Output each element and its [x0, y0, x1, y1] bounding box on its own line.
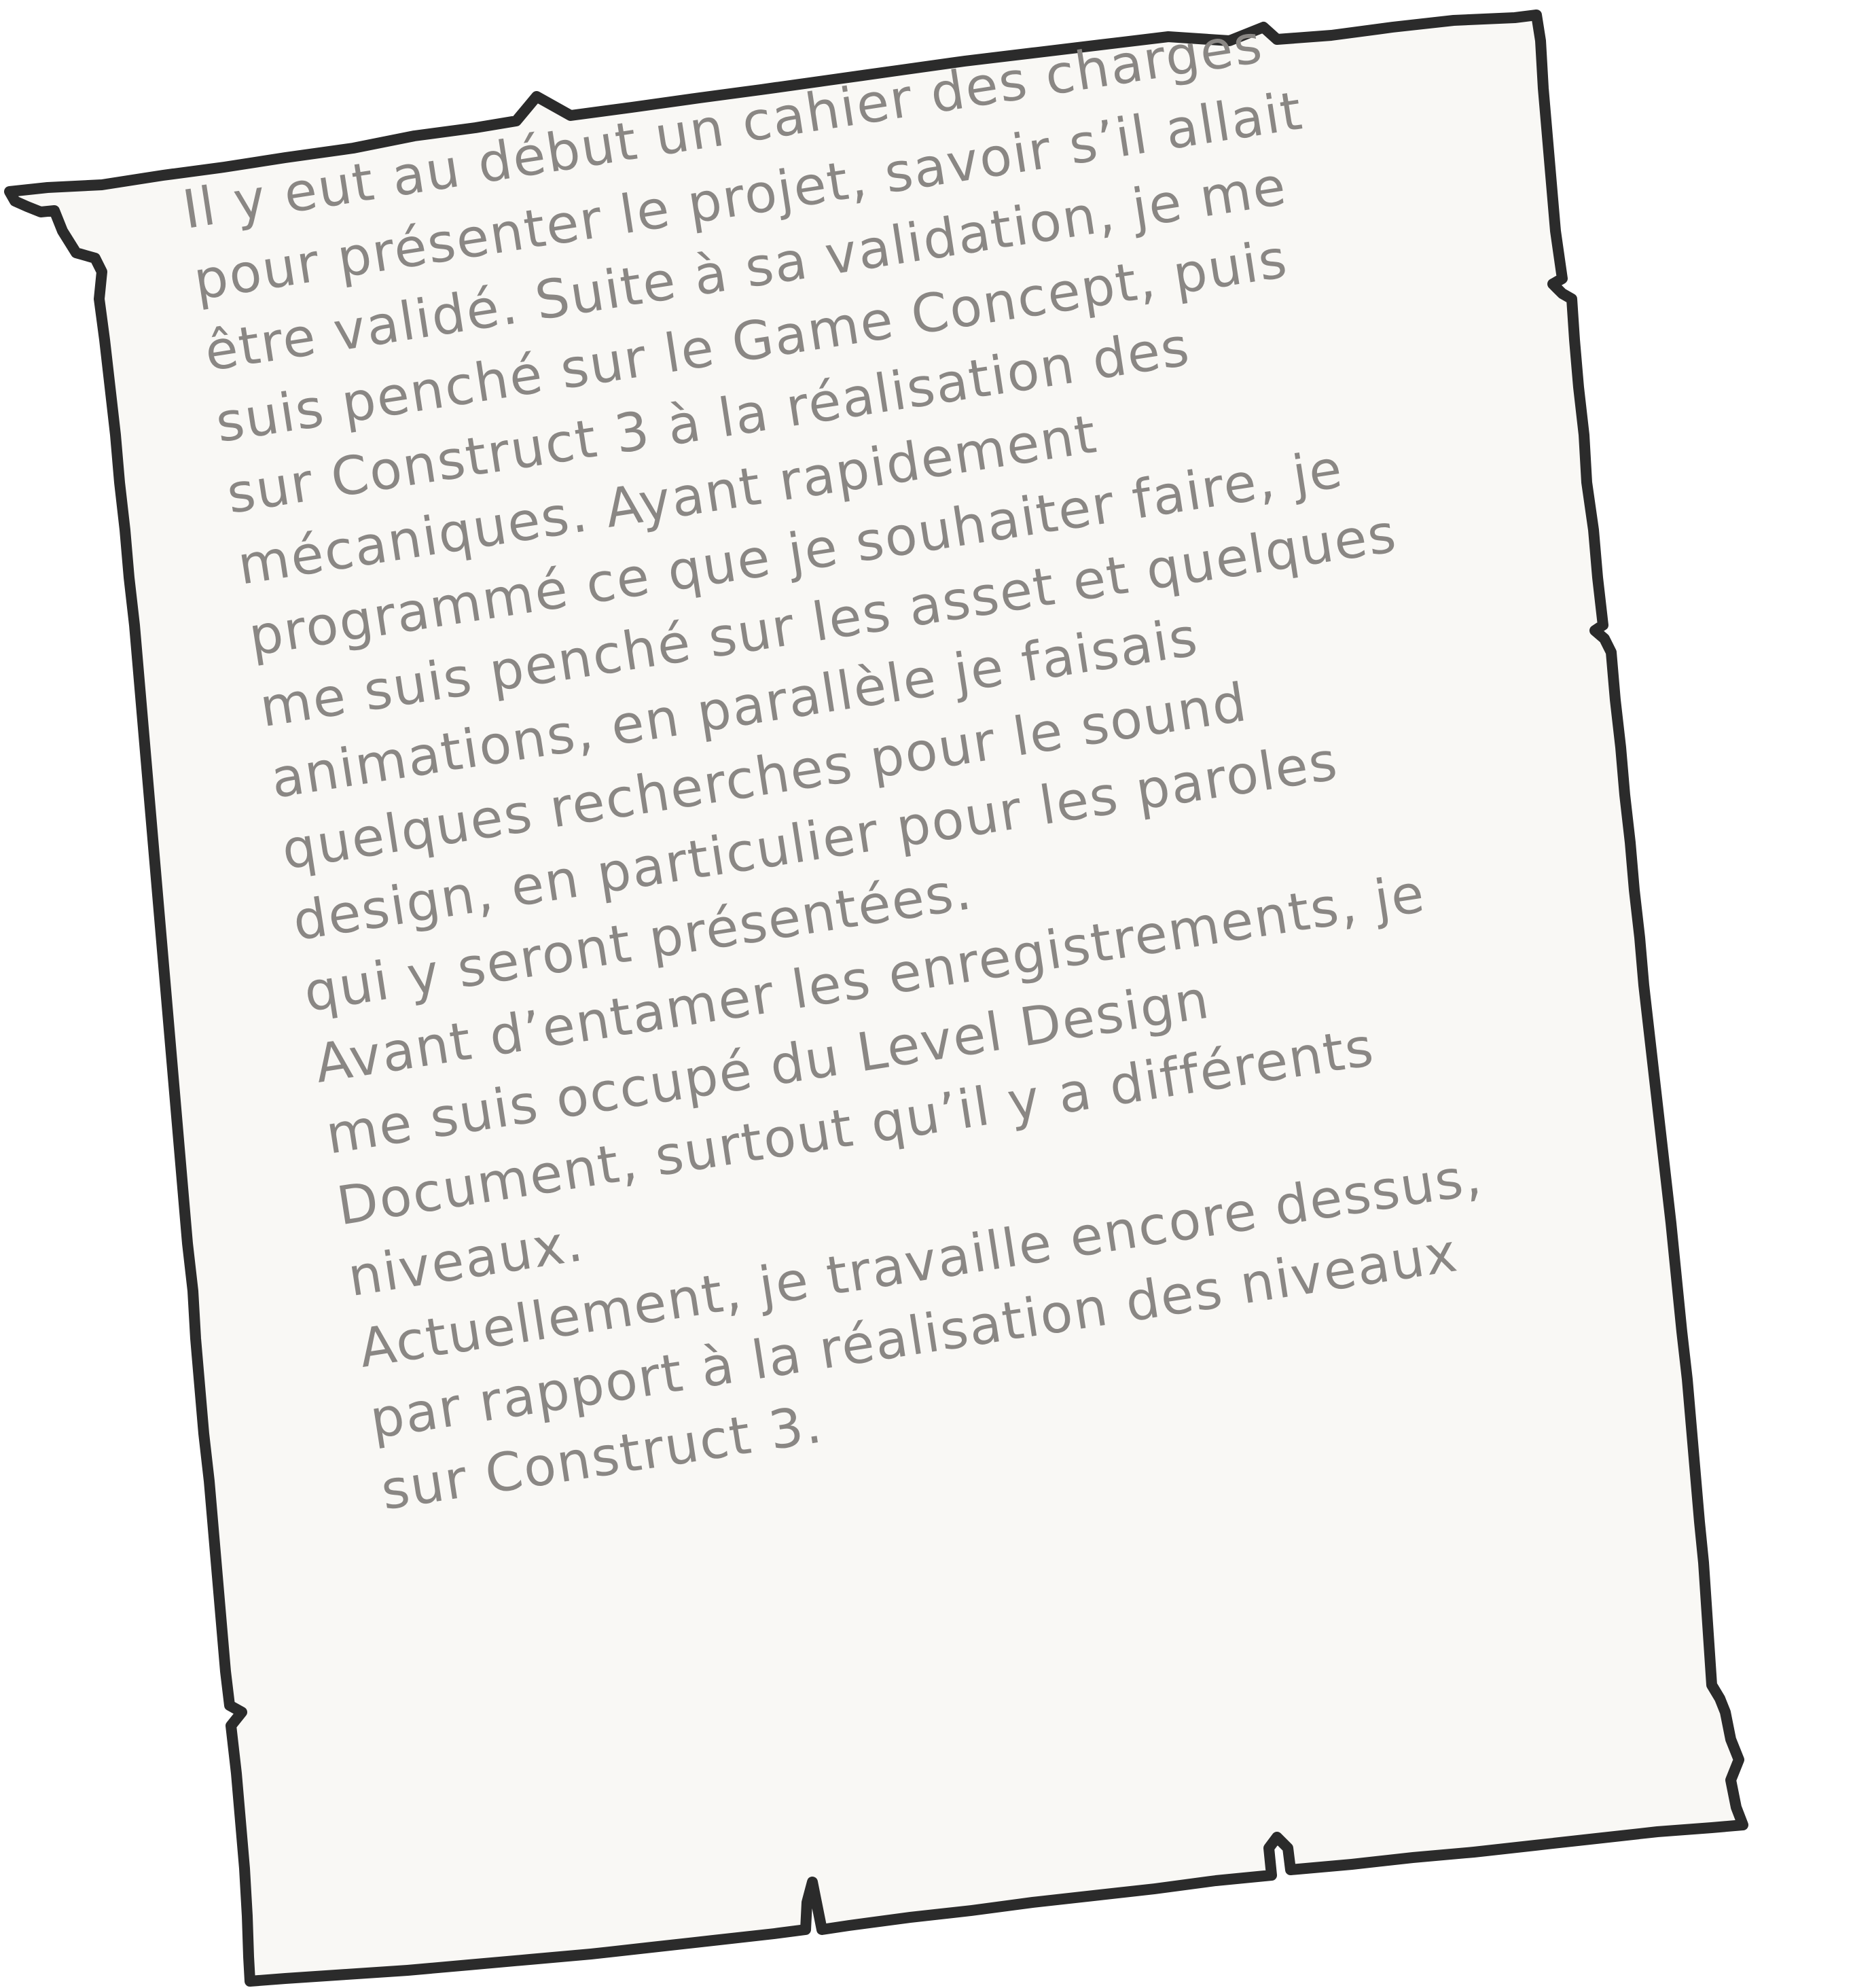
page-canvas: Il y eut au début un cahier des charges …	[0, 0, 1853, 1988]
paper-body-text: Il y eut au début un cahier des charges …	[178, 0, 1853, 1527]
